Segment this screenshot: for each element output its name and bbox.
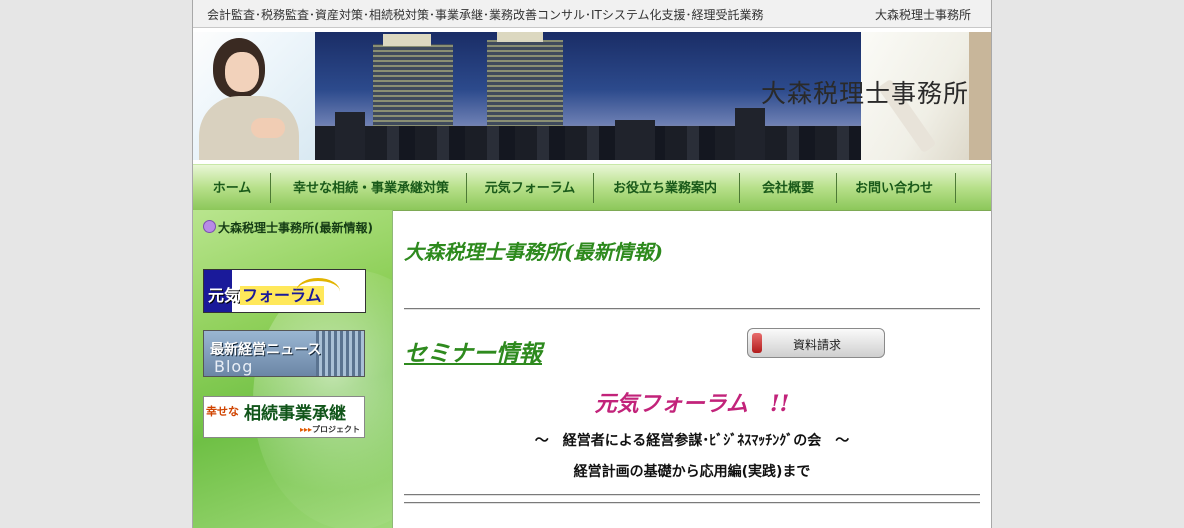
forum-subtitle-2: 経営計画の基礎から応用編(実践)まで [573,464,811,480]
site-logo[interactable]: 大森税理士事務所 [761,74,969,110]
divider [404,502,980,504]
main-nav: ホーム 幸せな相続・事業承継対策 元気フォーラム お役立ち業務案内 会社概要 お… [193,164,991,211]
businesswoman-photo [193,32,315,160]
main-content: 大森税理士事務所(最新情報) セミナー情報 資料請求 元気フォーラム !! ～ … [404,210,980,528]
nav-company[interactable]: 会社概要 [753,165,823,210]
nav-genki-forum[interactable]: 元気フォーラム [475,165,585,210]
sidebar-title[interactable]: 大森税理士事務所(最新情報) [203,220,383,235]
management-news-blog-banner[interactable]: 最新経営ニュース Blog [203,330,365,377]
nav-contact[interactable]: お問い合わせ [849,165,939,210]
bullet-icon [203,220,216,233]
inheritance-project-banner[interactable]: 幸せな 相続事業承継 ▸▸▸プロジェクト [203,396,365,438]
nav-services[interactable]: お役立ち業務案内 [605,165,725,210]
forum-subtitle: ～ 経営者による経営参謀･ﾋﾞｼﾞﾈｽﾏｯﾁﾝｸﾞの会 ～ [534,433,850,449]
page-heading: 大森税理士事務所(最新情報) [404,240,663,264]
forum-title: 元気フォーラム !! [594,391,790,417]
divider [404,308,980,310]
header-banner: 大森税理士事務所 [193,32,991,160]
firm-name: 大森税理士事務所 [874,8,971,22]
nav-inheritance[interactable]: 幸せな相続・事業承継対策 [283,165,459,210]
tagline: 会計監査･税務監査･資産対策･相続税対策･事業承継･業務改善コンサル･ITシステ… [207,8,764,22]
document-request-button[interactable]: 資料請求 [747,328,885,358]
smile-swoosh-icon [296,278,340,305]
seminar-heading-link[interactable]: セミナー情報 [404,334,542,368]
page: 会計監査･税務監査･資産対策･相続税対策･事業承継･業務改善コンサル･ITシステ… [192,0,992,528]
genki-forum-banner[interactable]: 元気 フォーラム [203,269,366,313]
nav-home[interactable]: ホーム [207,165,257,210]
top-bar: 会計監査･税務監査･資産対策･相続税対策･事業承継･業務改善コンサル･ITシステ… [193,0,991,28]
divider [404,494,980,496]
sidebar: 大森税理士事務所(最新情報) 元気 フォーラム 最新経営ニュース Blog 幸せな… [193,210,393,528]
